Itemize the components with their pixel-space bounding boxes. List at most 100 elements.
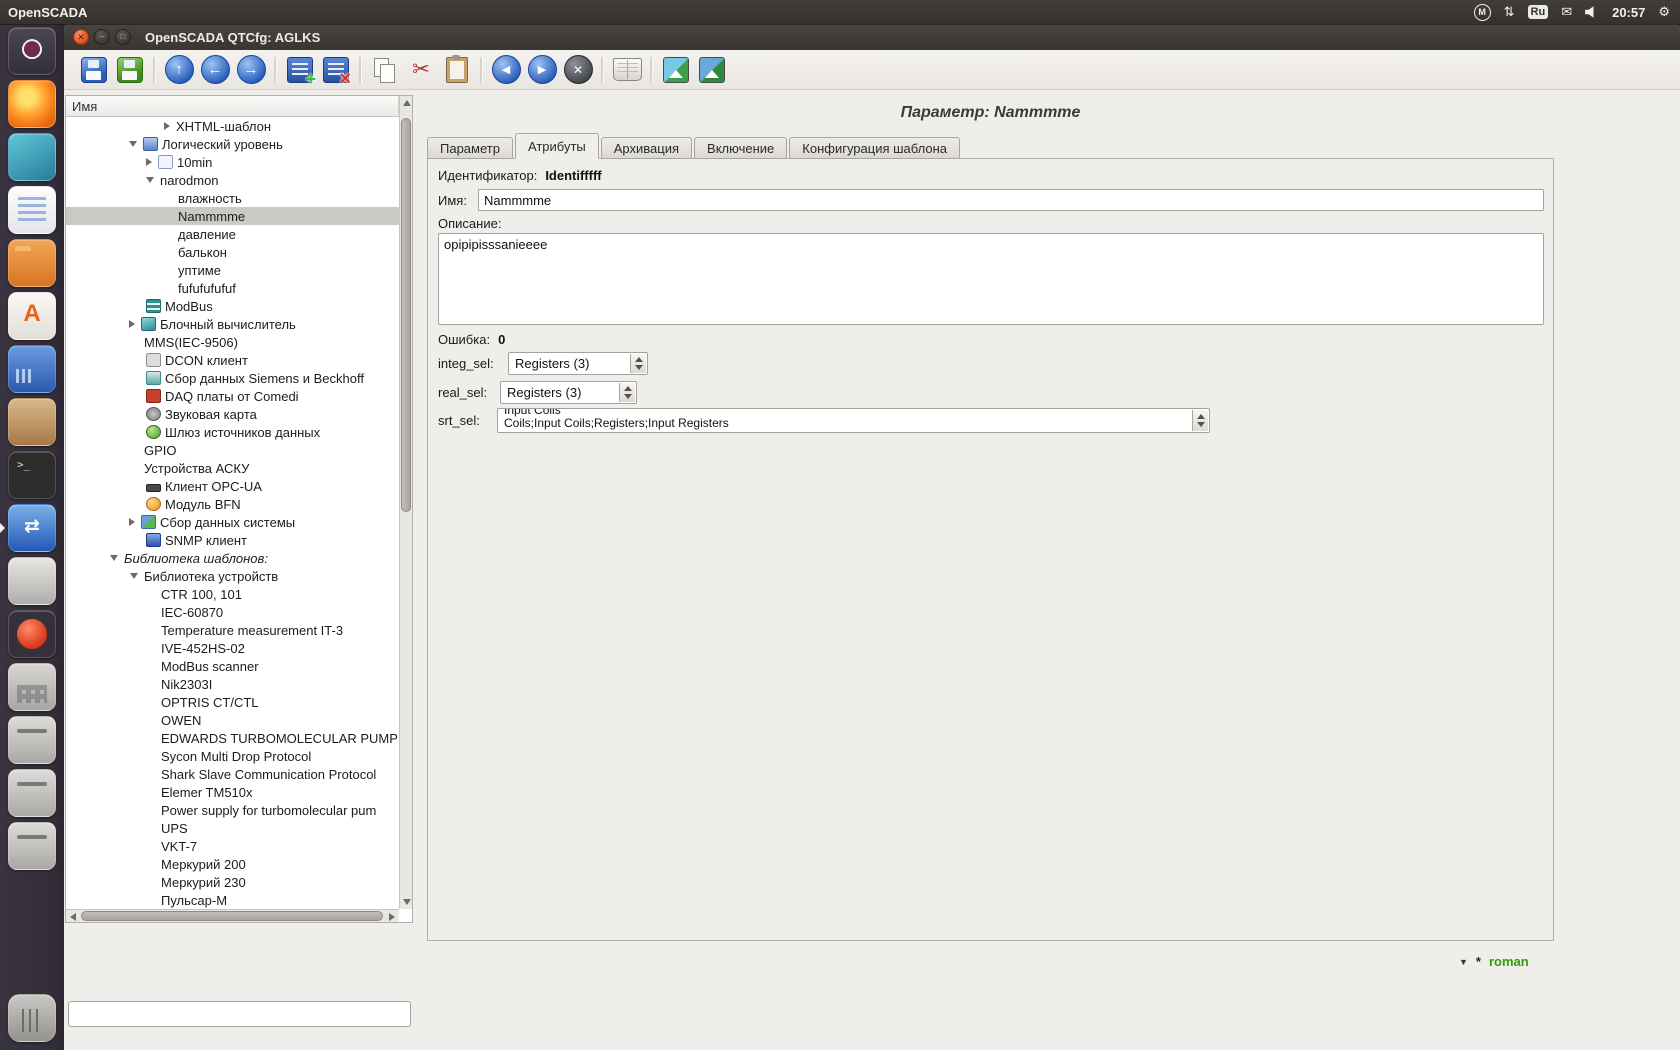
- copy-item-button[interactable]: [367, 52, 403, 88]
- tree-item[interactable]: Power supply for turbomolecular pum: [66, 801, 399, 819]
- scroll-right-icon[interactable]: [389, 913, 395, 921]
- scroll-down-icon[interactable]: [403, 899, 411, 905]
- start-button[interactable]: [488, 52, 524, 88]
- tree-item[interactable]: Nik2303I: [66, 675, 399, 693]
- vertical-scrollbar-thumb[interactable]: [401, 118, 411, 512]
- launcher-item-software-center[interactable]: [8, 292, 56, 340]
- tab-template-config[interactable]: Конфигурация шаблона: [789, 137, 960, 159]
- paste-item-button[interactable]: [439, 52, 475, 88]
- up-button[interactable]: [161, 52, 197, 88]
- tree-item[interactable]: Клиент OPC-UA: [66, 477, 399, 495]
- tree-item[interactable]: OWEN: [66, 711, 399, 729]
- launcher-item-calculator[interactable]: [8, 663, 56, 711]
- tree-item[interactable]: Меркурий 230: [66, 873, 399, 891]
- cut-item-button[interactable]: [403, 52, 439, 88]
- launcher-item-disk-utility-3[interactable]: [8, 822, 56, 870]
- tree-item[interactable]: ModBus: [66, 297, 399, 315]
- maximize-button[interactable]: [115, 29, 131, 45]
- tree-item[interactable]: Шлюз источников данных: [66, 423, 399, 441]
- launcher-item-archive[interactable]: [8, 398, 56, 446]
- clock[interactable]: 20:57: [1612, 5, 1645, 20]
- tree-item[interactable]: fufufufufuf: [66, 279, 399, 297]
- tree-item[interactable]: narodmon: [66, 171, 399, 189]
- launcher-item-disk-utility-1[interactable]: [8, 716, 56, 764]
- volume-icon[interactable]: [1585, 6, 1599, 19]
- tree-item[interactable]: DAQ платы от Comedi: [66, 387, 399, 405]
- db-load-button[interactable]: [76, 52, 112, 88]
- close-button[interactable]: [73, 29, 89, 45]
- indicator-circle-icon[interactable]: M: [1474, 4, 1491, 21]
- tree-item[interactable]: OPTRIS CT/CTL: [66, 693, 399, 711]
- tree-item[interactable]: Temperature measurement IT-3: [66, 621, 399, 639]
- tree-item[interactable]: Библиотека устройств: [66, 567, 399, 585]
- session-gear-icon[interactable]: ⚙: [1658, 0, 1670, 24]
- tree-item[interactable]: EDWARDS TURBOMOLECULAR PUMP: [66, 729, 399, 747]
- back-button[interactable]: [197, 52, 233, 88]
- run-button[interactable]: [524, 52, 560, 88]
- tree-item[interactable]: GPIO: [66, 441, 399, 459]
- tree-item[interactable]: 10min: [66, 153, 399, 171]
- launcher-item-terminal[interactable]: [8, 451, 56, 499]
- scroll-left-icon[interactable]: [70, 913, 76, 921]
- vca-dev-button[interactable]: [658, 52, 694, 88]
- tree-item[interactable]: Меркурий 200: [66, 855, 399, 873]
- keyboard-layout-badge[interactable]: Ru: [1528, 5, 1549, 19]
- tree-item[interactable]: Логический уровень: [66, 135, 399, 153]
- chevron-down-icon[interactable]: ▼: [1459, 957, 1468, 967]
- tree-expander-icon[interactable]: [129, 518, 135, 526]
- tree-item[interactable]: давление: [66, 225, 399, 243]
- tree-item[interactable]: Звуковая карта: [66, 405, 399, 423]
- tree-horizontal-scrollbar[interactable]: [66, 909, 399, 922]
- tree-expander-icon[interactable]: [146, 177, 154, 183]
- tree-item[interactable]: Сбор данных системы: [66, 513, 399, 531]
- manual-button[interactable]: [609, 52, 645, 88]
- tree-item[interactable]: VKT-7: [66, 837, 399, 855]
- tree-item[interactable]: UPS: [66, 819, 399, 837]
- tree-expander-icon[interactable]: [129, 320, 135, 328]
- launcher-item-media-player[interactable]: [8, 610, 56, 658]
- tree-header[interactable]: Имя: [66, 96, 399, 117]
- user-badge[interactable]: roman: [1489, 954, 1529, 969]
- launcher-item-files[interactable]: [8, 239, 56, 287]
- tree-expander-icon[interactable]: [164, 122, 170, 130]
- tree-item[interactable]: Shark Slave Communication Protocol: [66, 765, 399, 783]
- delete-item-button[interactable]: [318, 52, 354, 88]
- tree-item[interactable]: DCON клиент: [66, 351, 399, 369]
- sync-arrows-icon[interactable]: ⇅: [1504, 0, 1515, 24]
- tree-item[interactable]: Sycon Multi Drop Protocol: [66, 747, 399, 765]
- tree-item[interactable]: Библиотека шаблонов:: [66, 549, 399, 567]
- window-titlebar[interactable]: OpenSCADA QTCfg: AGLKS: [64, 24, 1680, 50]
- launcher-item-openscada[interactable]: [8, 504, 56, 552]
- tree-item[interactable]: Устройства АСКУ: [66, 459, 399, 477]
- launcher-item-trash[interactable]: [8, 994, 56, 1042]
- scroll-up-icon[interactable]: [403, 100, 411, 106]
- mail-icon[interactable]: ✉: [1561, 0, 1572, 24]
- tree-item[interactable]: уптиме: [66, 261, 399, 279]
- launcher-item-screenshot[interactable]: [8, 133, 56, 181]
- tab-archiving[interactable]: Архивация: [601, 137, 692, 159]
- launcher-item-disk-utility-2[interactable]: [8, 769, 56, 817]
- horizontal-scrollbar-thumb[interactable]: [81, 911, 383, 921]
- tree-expander-icon[interactable]: [110, 555, 118, 561]
- tree-item[interactable]: влажность: [66, 189, 399, 207]
- tab-enable[interactable]: Включение: [694, 137, 787, 159]
- forward-button[interactable]: [233, 52, 269, 88]
- tree-item[interactable]: Elemer TM510x: [66, 783, 399, 801]
- tree-item[interactable]: XHTML-шаблон: [66, 117, 399, 135]
- launcher-item-writer[interactable]: [8, 186, 56, 234]
- tree-item[interactable]: MMS(IEC-9506): [66, 333, 399, 351]
- stop-button[interactable]: [560, 52, 596, 88]
- launcher-item-firefox[interactable]: [8, 80, 56, 128]
- tree-vertical-scrollbar[interactable]: [399, 96, 412, 909]
- tree-item[interactable]: Модуль BFN: [66, 495, 399, 513]
- tree-expander-icon[interactable]: [146, 158, 152, 166]
- tree-item[interactable]: Сбор данных Siemens и Beckhoff: [66, 369, 399, 387]
- tree-item[interactable]: IEC-60870: [66, 603, 399, 621]
- tree-item[interactable]: Nammmme: [66, 207, 399, 225]
- tab-attributes[interactable]: Атрибуты: [515, 133, 599, 159]
- tree-item[interactable]: ModBus scanner: [66, 657, 399, 675]
- tree-item[interactable]: Блочный вычислитель: [66, 315, 399, 333]
- launcher-item-printer[interactable]: [8, 557, 56, 605]
- tree-item[interactable]: IVE-452HS-02: [66, 639, 399, 657]
- tree-item[interactable]: балькон: [66, 243, 399, 261]
